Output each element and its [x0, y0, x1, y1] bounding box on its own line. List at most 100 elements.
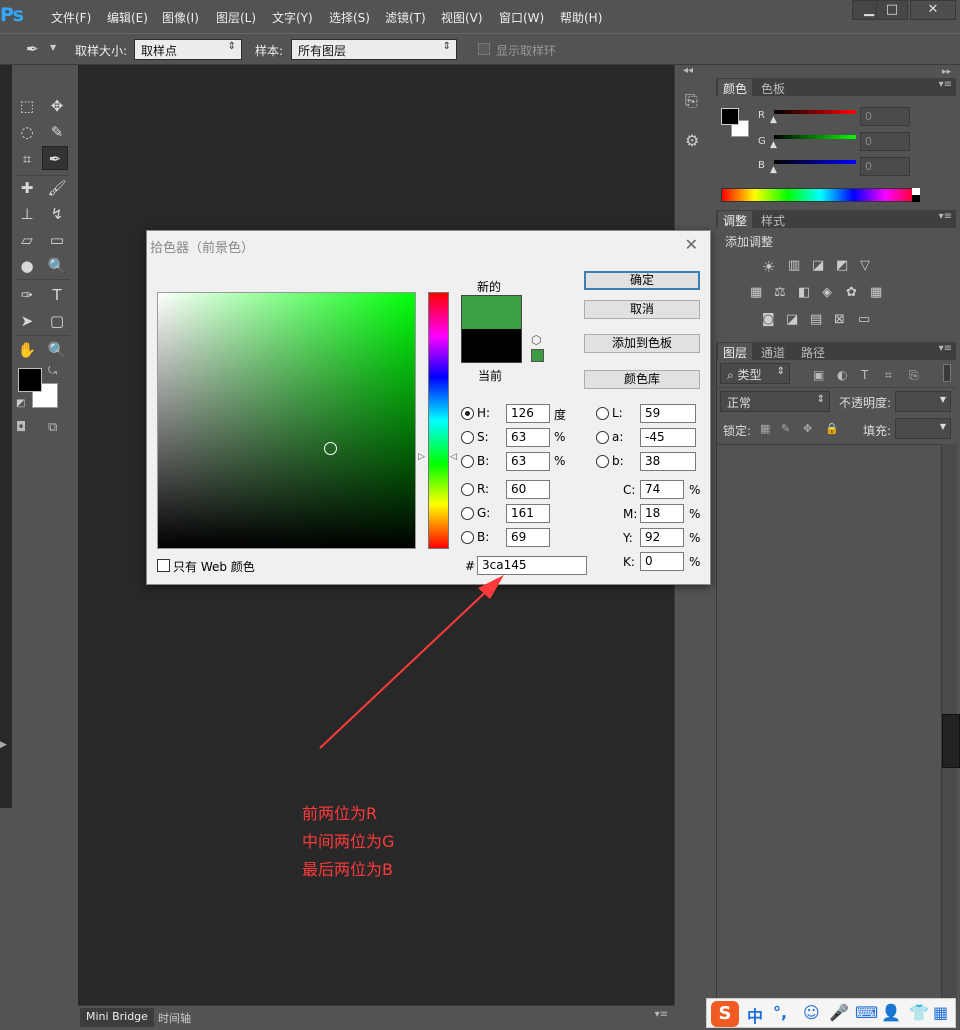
opacity-input[interactable]: ▼	[895, 391, 951, 412]
menu-file[interactable]: 文件(F)	[51, 9, 91, 26]
posterize-icon[interactable]: ◪	[786, 312, 798, 327]
history-panel-icon[interactable]: ⎘	[685, 91, 698, 111]
lab-b-input[interactable]: 38	[640, 452, 696, 471]
current-color-swatch[interactable]	[461, 329, 522, 363]
saturation-brightness-field[interactable]	[157, 292, 416, 549]
threshold-icon[interactable]: ▤	[810, 312, 822, 327]
slider-r-track[interactable]	[774, 110, 856, 114]
a-radio[interactable]	[596, 431, 609, 444]
s-radio[interactable]	[461, 431, 474, 444]
brightness-icon[interactable]: ☀	[762, 258, 775, 276]
path-select-tool-icon[interactable]: ➤	[14, 309, 40, 333]
out-of-gamut-cube-icon[interactable]: ⬡	[531, 333, 541, 347]
swap-colors-icon[interactable]: ⤿	[48, 364, 57, 378]
sample-size-select[interactable]: 取样点 ⇕	[134, 39, 242, 60]
menu-image[interactable]: 图像(I)	[162, 9, 199, 26]
color-lookup-icon[interactable]: ▦	[870, 285, 882, 300]
ok-button[interactable]: 确定	[584, 271, 700, 290]
hue-arrow-right-icon[interactable]: ◁	[450, 452, 457, 462]
brightness-input[interactable]: 63	[506, 452, 550, 471]
emoji-icon[interactable]: ☺	[803, 1003, 820, 1022]
panel-menu-icon[interactable]: ▾≡	[939, 211, 952, 222]
eraser-tool-icon[interactable]: ▱	[14, 228, 40, 252]
levels-icon[interactable]: ▥	[788, 258, 800, 273]
chevron-down-icon[interactable]: ▼	[50, 43, 56, 52]
ime-mode[interactable]: 中	[747, 1003, 763, 1027]
l-radio[interactable]	[596, 407, 609, 420]
s-input[interactable]: 63	[506, 428, 550, 447]
expand-panels-icon[interactable]: ▸▸	[942, 67, 951, 77]
y-input[interactable]: 92	[640, 528, 684, 547]
slider-g-track[interactable]	[774, 135, 856, 139]
hue-sat-icon[interactable]: ▦	[750, 285, 762, 300]
blend-mode-select[interactable]: 正常 ⇕	[720, 391, 830, 412]
blur-tool-icon[interactable]: ●	[14, 254, 40, 278]
blue-radio[interactable]	[461, 531, 474, 544]
cancel-button[interactable]: 取消	[584, 300, 700, 319]
screen-mode-icon[interactable]: ⧉	[48, 420, 57, 435]
quick-select-tool-icon[interactable]: ✎	[44, 120, 70, 144]
menu-window[interactable]: 窗口(W)	[499, 9, 544, 26]
shape-tool-icon[interactable]: ▢	[44, 309, 70, 333]
lock-position-icon[interactable]: ✥	[803, 422, 812, 435]
channel-mixer-icon[interactable]: ✿	[846, 285, 857, 300]
slider-r-value[interactable]: 0	[860, 107, 910, 126]
close-window-button[interactable]: ✕	[910, 0, 956, 20]
tab-paths[interactable]: 路径	[796, 343, 830, 360]
healing-brush-tool-icon[interactable]: ✚	[14, 176, 40, 200]
type-tool-icon[interactable]: T	[44, 283, 70, 307]
zoom-tool-icon[interactable]: 🔍	[44, 338, 70, 362]
hand-tool-icon[interactable]: ✋	[14, 338, 40, 362]
menu-edit[interactable]: 编辑(E)	[107, 9, 148, 26]
expand-arrow-icon[interactable]: ▶	[0, 740, 8, 756]
dodge-tool-icon[interactable]: 🔍	[44, 254, 70, 278]
b-radio[interactable]	[461, 455, 474, 468]
lock-transparent-icon[interactable]: ▦	[760, 422, 770, 435]
tab-channels[interactable]: 通道	[756, 343, 790, 360]
filter-toggle[interactable]	[943, 364, 951, 382]
lasso-tool-icon[interactable]: ◌	[14, 120, 40, 144]
properties-panel-icon[interactable]: ⚙	[685, 131, 699, 150]
r-input[interactable]: 60	[506, 480, 550, 499]
r-radio[interactable]	[461, 483, 474, 496]
color-spectrum-bar[interactable]	[721, 188, 920, 202]
blue-input[interactable]: 69	[506, 528, 550, 547]
menu-help[interactable]: 帮助(H)	[560, 9, 602, 26]
default-colors-icon[interactable]: ◩	[16, 398, 25, 409]
menu-select[interactable]: 选择(S)	[329, 9, 370, 26]
slider-g-value[interactable]: 0	[860, 132, 910, 151]
microphone-icon[interactable]: 🎤	[829, 1003, 849, 1022]
a-input[interactable]: -45	[640, 428, 696, 447]
exposure-icon[interactable]: ◩	[836, 258, 848, 273]
lab-b-radio[interactable]	[596, 455, 609, 468]
g-input[interactable]: 161	[506, 504, 550, 523]
tab-mini-bridge[interactable]: Mini Bridge	[80, 1008, 154, 1027]
pixel-filter-icon[interactable]: ▣	[813, 368, 824, 382]
slider-r-knob-icon[interactable]: ▲	[770, 115, 777, 125]
h-input[interactable]: 126	[506, 404, 550, 423]
invert-icon[interactable]: ◙	[762, 312, 775, 327]
user-icon[interactable]: 👤	[881, 1003, 901, 1022]
foreground-color-swatch[interactable]	[18, 368, 42, 392]
pen-tool-icon[interactable]: ✑	[14, 283, 40, 307]
adjustment-filter-icon[interactable]: ◐	[837, 368, 847, 382]
l-input[interactable]: 59	[640, 404, 696, 423]
sample-select[interactable]: 所有图层 ⇕	[291, 39, 457, 60]
curves-icon[interactable]: ◪	[812, 258, 824, 273]
gradient-tool-icon[interactable]: ▭	[44, 228, 70, 252]
layer-filter-select[interactable]: ⌕ 类型 ⇕	[720, 363, 790, 384]
tab-color[interactable]: 颜色	[718, 79, 753, 96]
hue-arrow-left-icon[interactable]: ▷	[418, 452, 425, 462]
hue-slider[interactable]	[428, 292, 449, 549]
slider-b-track[interactable]	[774, 160, 856, 164]
keyboard-icon[interactable]: ⌨	[855, 1003, 878, 1022]
close-icon[interactable]: ✕	[685, 235, 698, 254]
history-brush-tool-icon[interactable]: ↯	[44, 202, 70, 226]
hex-input[interactable]: 3ca145	[477, 556, 587, 575]
color-balance-icon[interactable]: ⚖	[774, 285, 786, 300]
restore-button[interactable]: □	[876, 0, 908, 20]
gradient-map-icon[interactable]: ▭	[858, 312, 870, 327]
g-radio[interactable]	[461, 507, 474, 520]
fg-color-chip[interactable]	[721, 108, 739, 125]
brush-tool-icon[interactable]: 🖌	[44, 176, 70, 200]
